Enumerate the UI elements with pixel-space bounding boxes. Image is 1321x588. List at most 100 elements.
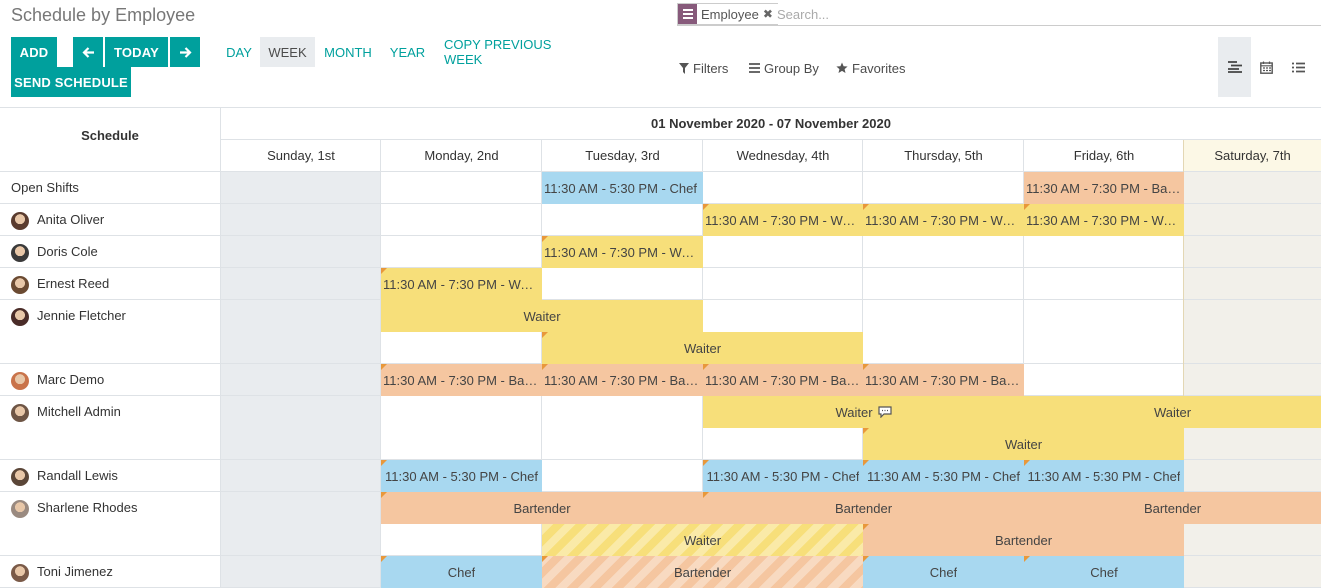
column-separator xyxy=(220,108,221,588)
unpublished-flag xyxy=(381,492,387,498)
shift-label: Waiter xyxy=(683,340,722,356)
send-schedule-button[interactable]: SEND SCHEDULE xyxy=(11,67,131,97)
shift-pill-chef[interactable]: 11:30 AM - 5:30 PM - Chef xyxy=(381,460,542,492)
shift-label: Bartender xyxy=(673,564,732,580)
page-title: Schedule by Employee xyxy=(11,5,196,25)
row-label-employee: Randall Lewis xyxy=(0,468,220,486)
scale-week-button[interactable]: WEEK xyxy=(260,37,315,67)
shift-label: 11:30 AM - 5:30 PM - Chef xyxy=(867,468,1020,484)
shift-label: 11:30 AM - 5:30 PM - Chef xyxy=(1027,468,1181,484)
shift-pill-waiter[interactable]: Waiter xyxy=(863,428,1184,460)
shift-label: Bartender xyxy=(1143,500,1202,516)
employee-name: Doris Cole xyxy=(37,244,98,259)
calendar-icon xyxy=(1260,61,1273,74)
today-button[interactable]: TODAY xyxy=(105,37,168,67)
shift-pill-chef[interactable]: 11:30 AM - 5:30 PM - Chef xyxy=(703,460,863,492)
add-button[interactable]: ADD xyxy=(11,37,57,67)
shift-pill-waiter[interactable]: Waiter xyxy=(381,300,703,332)
employee-name: Randall Lewis xyxy=(37,468,118,483)
employee-name: Ernest Reed xyxy=(37,276,110,291)
comment-icon xyxy=(873,405,892,420)
shift-pill-waiter[interactable]: 11:30 AM - 7:30 PM - Waiter xyxy=(542,236,703,268)
filter-icon xyxy=(679,62,689,74)
shift-pill-waiter[interactable]: 11:30 AM - 7:30 PM - Waiter xyxy=(1024,204,1184,236)
shift-pill-bartender[interactable]: Bartender xyxy=(542,556,863,588)
shift-label: Chef xyxy=(447,564,476,580)
filters-button[interactable]: Filters xyxy=(679,58,728,78)
close-icon[interactable]: ✖ xyxy=(763,7,777,21)
shift-label: Chef xyxy=(1090,564,1118,580)
shift-pill-bartender[interactable]: Bartender xyxy=(703,492,1024,524)
scale-day-button[interactable]: DAY xyxy=(220,37,258,67)
unpublished-flag xyxy=(703,492,709,498)
row-label-employee: Doris Cole xyxy=(0,244,220,262)
search-facet[interactable]: Employee ✖ xyxy=(677,3,778,25)
scale-month-button[interactable]: MONTH xyxy=(318,37,378,67)
gantt-grid: Schedule 01 November 2020 - 07 November … xyxy=(0,108,1321,588)
copy-previous-week-button[interactable]: COPY PREVIOUS WEEK xyxy=(444,37,592,67)
group-by-button[interactable]: Group By xyxy=(749,58,819,78)
previous-button[interactable] xyxy=(73,37,103,67)
shift-label: Bartender xyxy=(834,500,893,516)
shift-pill-chef[interactable]: Chef xyxy=(863,556,1024,588)
unpublished-flag xyxy=(381,460,387,466)
avatar xyxy=(11,500,29,518)
shift-label: 11:30 AM - 7:30 PM - Waiter xyxy=(1026,212,1182,228)
shift-label: 11:30 AM - 7:30 PM - Bartender xyxy=(705,372,861,388)
unpublished-flag xyxy=(863,204,869,210)
shift-pill-bartender[interactable]: Bartender xyxy=(381,492,703,524)
shift-label: 11:30 AM - 7:30 PM - Bartender xyxy=(544,372,701,388)
next-button[interactable] xyxy=(170,37,200,67)
unpublished-flag xyxy=(381,556,387,562)
shift-pill-bartender[interactable]: 11:30 AM - 7:30 PM - Bartender xyxy=(381,364,542,396)
avatar xyxy=(11,468,29,486)
unpublished-flag xyxy=(542,236,548,242)
favorites-button[interactable]: Favorites xyxy=(836,58,905,78)
shift-pill-bartender[interactable]: 11:30 AM - 7:30 PM - Bartender xyxy=(703,364,863,396)
date-range-header: 01 November 2020 - 07 November 2020 xyxy=(651,116,891,131)
unpublished-flag xyxy=(863,364,869,370)
bars-icon xyxy=(749,63,760,73)
search-input[interactable] xyxy=(777,4,1307,24)
day-header: Sunday, 1st xyxy=(267,148,335,163)
scale-year-button[interactable]: YEAR xyxy=(385,37,430,67)
shift-pill-bartender[interactable]: 11:30 AM - 7:30 PM - Bartender xyxy=(863,364,1024,396)
shift-pill-chef[interactable]: 11:30 AM - 5:30 PM - Chef xyxy=(542,172,703,204)
calendar-view-button[interactable] xyxy=(1250,37,1283,97)
shift-label: Waiter xyxy=(1153,404,1192,420)
shift-pill-waiter[interactable]: Waiter xyxy=(542,332,863,364)
arrow-left-icon xyxy=(81,46,94,58)
unpublished-flag xyxy=(1024,204,1030,210)
avatar xyxy=(11,212,29,230)
shift-label: Waiter xyxy=(683,532,722,548)
shift-pill-waiter[interactable]: Waiter xyxy=(703,396,1024,428)
shift-pill-chef[interactable]: Chef xyxy=(381,556,542,588)
shift-pill-bartender[interactable]: 11:30 AM - 7:30 PM - Bartender xyxy=(542,364,703,396)
employee-name: Sharlene Rhodes xyxy=(37,500,138,515)
shift-pill-chef[interactable]: Chef xyxy=(1024,556,1184,588)
list-view-button[interactable] xyxy=(1282,37,1315,97)
gantt-icon xyxy=(1227,61,1242,73)
shift-pill-bartender[interactable]: Bartender xyxy=(863,524,1184,556)
shift-label: 11:30 AM - 7:30 PM - Waiter xyxy=(705,212,861,228)
row-label-employee: Ernest Reed xyxy=(0,276,220,294)
unpublished-flag xyxy=(863,460,869,466)
filters-label: Filters xyxy=(693,60,729,76)
unpublished-flag xyxy=(542,332,548,338)
employee-name: Open Shifts xyxy=(11,180,79,195)
shift-pill-chef[interactable]: 11:30 AM - 5:30 PM - Chef xyxy=(863,460,1024,492)
shift-pill-bartender[interactable]: Bartender xyxy=(1024,492,1321,524)
shift-pill-waiter[interactable]: 11:30 AM - 7:30 PM - Waiter xyxy=(863,204,1024,236)
shift-pill-waiter[interactable]: 11:30 AM - 7:30 PM - Waiter xyxy=(381,268,542,300)
shift-pill-waiter[interactable]: 11:30 AM - 7:30 PM - Waiter xyxy=(703,204,863,236)
shift-pill-chef[interactable]: 11:30 AM - 5:30 PM - Chef xyxy=(1024,460,1184,492)
gantt-view-button[interactable] xyxy=(1218,37,1251,97)
shift-label: Waiter xyxy=(523,308,561,324)
shift-pill-waiter[interactable]: Waiter xyxy=(1024,396,1321,428)
grid-line xyxy=(221,139,1321,140)
facet-label: Employee xyxy=(701,6,759,22)
shift-pill-waiter[interactable]: Waiter xyxy=(542,524,863,556)
day-header: Thursday, 5th xyxy=(904,148,983,163)
unpublished-flag xyxy=(863,556,869,562)
shift-pill-bartender[interactable]: 11:30 AM - 7:30 PM - Bartender xyxy=(1024,172,1184,204)
